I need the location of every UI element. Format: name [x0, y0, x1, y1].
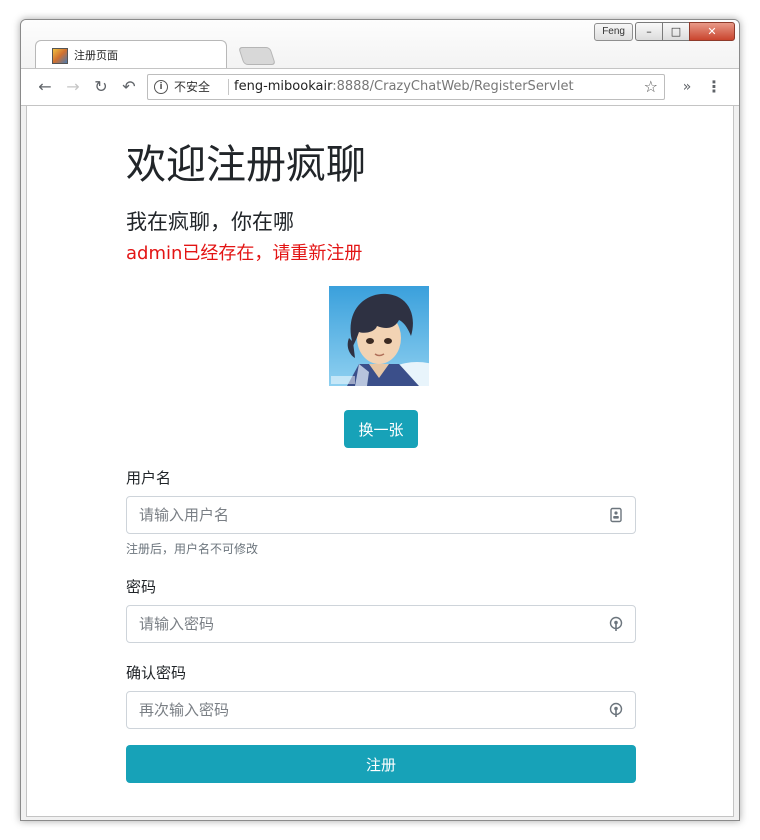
browser-window: Feng – □ ✕ 注册页面 ← → ↻ ↶ i 不安全 feng-miboo… — [20, 19, 740, 821]
avatar-image — [329, 286, 429, 386]
address-bar[interactable]: i 不安全 feng-mibookair:8888/CrazyChatWeb/R… — [147, 74, 665, 100]
username-help-text: 注册后，用户名不可修改 — [126, 542, 259, 556]
url-text[interactable]: feng-mibookair:8888/CrazyChatWeb/Registe… — [234, 75, 574, 99]
forward-arrow-icon[interactable]: → — [63, 77, 83, 97]
username-field[interactable] — [126, 496, 636, 534]
title-bar: Feng – □ ✕ 注册页面 — [21, 20, 739, 69]
url-host: feng-mibookair — [234, 79, 333, 94]
password-label: 密码 — [126, 578, 157, 596]
browser-tab[interactable]: 注册页面 — [35, 40, 227, 69]
tab-title: 注册页面 — [74, 49, 118, 62]
page-slogan: 我在疯聊，你在哪 — [126, 210, 294, 234]
new-tab-button[interactable] — [238, 47, 276, 65]
kebab-menu-icon[interactable]: ⋮ — [704, 77, 724, 97]
reload-icon[interactable]: ↻ — [91, 77, 111, 97]
extensions-chevron-icon[interactable]: » — [677, 77, 697, 97]
username-input[interactable] — [139, 497, 599, 533]
key-icon — [609, 616, 623, 631]
close-icon[interactable]: ✕ — [689, 22, 735, 41]
change-avatar-button[interactable]: 换一张 — [344, 410, 418, 448]
username-label: 用户名 — [126, 469, 172, 487]
avatar — [329, 286, 429, 386]
window-controls: – □ ✕ — [635, 22, 735, 41]
key-icon — [609, 702, 623, 717]
minimize-icon[interactable]: – — [635, 22, 663, 41]
register-button[interactable]: 注册 — [126, 745, 636, 783]
security-label[interactable]: 不安全 — [174, 75, 210, 99]
browser-toolbar: ← → ↻ ↶ i 不安全 feng-mibookair:8888/CrazyC… — [21, 68, 739, 106]
back-arrow-icon[interactable]: ← — [35, 77, 55, 97]
id-card-icon — [610, 507, 622, 523]
profile-badge[interactable]: Feng — [594, 23, 633, 41]
page-favicon-icon — [52, 48, 68, 64]
password-input[interactable] — [139, 606, 599, 642]
url-separator — [228, 79, 229, 95]
url-path: :8888/CrazyChatWeb/RegisterServlet — [332, 79, 574, 94]
undo-icon[interactable]: ↶ — [119, 77, 139, 97]
confirm-password-input[interactable] — [139, 692, 599, 728]
error-message: admin已经存在，请重新注册 — [126, 243, 363, 264]
confirm-password-label: 确认密码 — [126, 664, 187, 682]
info-icon[interactable]: i — [154, 80, 168, 94]
page-title: 欢迎注册疯聊 — [126, 142, 366, 188]
password-field[interactable] — [126, 605, 636, 643]
confirm-password-field[interactable] — [126, 691, 636, 729]
maximize-icon[interactable]: □ — [662, 22, 690, 41]
page-viewport: 欢迎注册疯聊 我在疯聊，你在哪 admin已经存在，请重新注册 换一张 用户名 … — [26, 105, 734, 817]
bookmark-star-icon[interactable]: ☆ — [644, 75, 658, 99]
